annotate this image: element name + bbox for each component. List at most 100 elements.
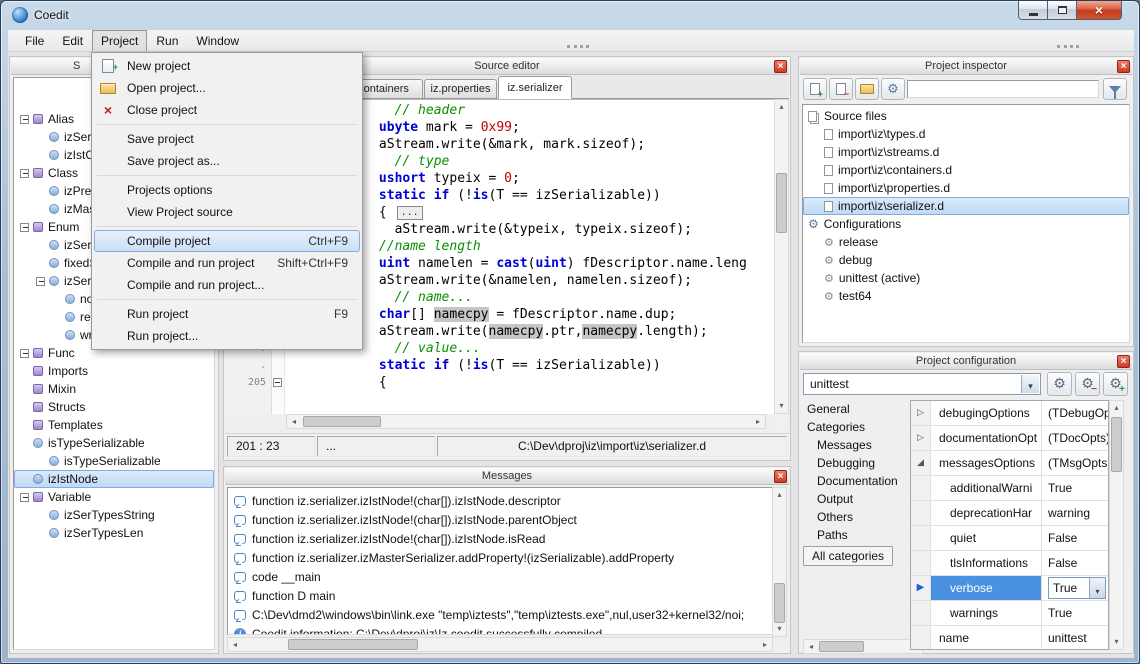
collapse-icon[interactable] bbox=[911, 451, 931, 475]
scroll-left-icon[interactable] bbox=[287, 415, 301, 428]
filter-button[interactable] bbox=[1103, 78, 1127, 100]
symbol-tree-item-istypeserializable[interactable]: isTypeSerializable bbox=[14, 452, 214, 470]
grid-vscrollbar-thumb[interactable] bbox=[1111, 417, 1122, 472]
expand-icon[interactable] bbox=[911, 426, 931, 450]
messages-hscrollbar-thumb[interactable] bbox=[288, 639, 418, 650]
property-row-messagesoptions[interactable]: messagesOptions(TMsgOpts) bbox=[911, 451, 1108, 476]
editor-tab-iz-serializer[interactable]: iz.serializer bbox=[498, 76, 572, 99]
dock-splitter-grip[interactable] bbox=[567, 45, 589, 48]
menu-item-open-project[interactable]: Open project... bbox=[94, 77, 360, 99]
message-row[interactable]: function iz.serializer.izIstNode!(char[]… bbox=[228, 491, 786, 510]
menu-item-compile-project[interactable]: Compile projectCtrl+F9 bbox=[94, 230, 360, 252]
collapse-expander-icon[interactable] bbox=[20, 349, 29, 358]
project-options-button[interactable] bbox=[881, 78, 905, 100]
messages-close-button[interactable] bbox=[774, 470, 787, 483]
symbol-tree-item-istypeserializable[interactable]: isTypeSerializable bbox=[14, 434, 214, 452]
menubar-item-edit[interactable]: Edit bbox=[53, 30, 92, 51]
message-row[interactable]: function iz.serializer.izIstNode!(char[]… bbox=[228, 510, 786, 529]
property-row-verbose[interactable]: verboseTrue bbox=[911, 576, 1108, 601]
open-folder-button[interactable] bbox=[855, 78, 879, 100]
symbol-tree-item-izsertypeslen[interactable]: izSerTypesLen bbox=[14, 524, 214, 542]
editor-tab-iz-properties[interactable]: iz.properties bbox=[424, 79, 497, 99]
minimize-button[interactable] bbox=[1018, 1, 1048, 20]
category-item-output[interactable]: Output bbox=[803, 490, 907, 508]
inspector-item-source-files[interactable]: Source files bbox=[803, 107, 1129, 125]
fold-collapse-icon[interactable] bbox=[273, 378, 282, 387]
remove-configuration-button[interactable] bbox=[1075, 372, 1100, 396]
sync-configuration-button[interactable] bbox=[1047, 372, 1072, 396]
scroll-right-icon[interactable] bbox=[758, 638, 772, 651]
scroll-right-icon[interactable] bbox=[751, 415, 765, 428]
menu-item-run-project[interactable]: Run project... bbox=[94, 325, 360, 347]
inspector-item-test64[interactable]: test64 bbox=[803, 287, 1129, 305]
editor-hscrollbar-thumb[interactable] bbox=[303, 416, 381, 427]
expand-icon[interactable] bbox=[911, 401, 931, 425]
inspector-item-import-iz-properties-d[interactable]: import\iz\properties.d bbox=[803, 179, 1129, 197]
message-row[interactable]: code __main bbox=[228, 567, 786, 586]
symbol-tree-item-variable[interactable]: Variable bbox=[14, 488, 214, 506]
menu-item-save-project-as[interactable]: Save project as... bbox=[94, 150, 360, 172]
property-row-debugingoptions[interactable]: debugingOptions(TDebugOp bbox=[911, 401, 1108, 426]
inspector-filter-input[interactable] bbox=[907, 80, 1099, 98]
scroll-down-icon[interactable] bbox=[1110, 635, 1123, 649]
collapse-expander-icon[interactable] bbox=[20, 169, 29, 178]
menu-item-run-project[interactable]: Run projectF9 bbox=[94, 303, 360, 325]
dock-splitter-grip[interactable] bbox=[1057, 45, 1079, 48]
scroll-up-icon[interactable] bbox=[1110, 401, 1123, 415]
property-row-deprecationhar[interactable]: deprecationHarwarning bbox=[911, 501, 1108, 526]
property-row-warnings[interactable]: warningsTrue bbox=[911, 601, 1108, 626]
add-source-button[interactable] bbox=[803, 78, 827, 100]
collapse-expander-icon[interactable] bbox=[20, 223, 29, 232]
message-row[interactable]: C:\Dev\dmd2\windows\bin\link.exe "temp\i… bbox=[228, 605, 786, 624]
menu-item-projects-options[interactable]: Projects options bbox=[94, 179, 360, 201]
categories-hscrollbar-thumb[interactable] bbox=[819, 641, 864, 652]
collapse-expander-icon[interactable] bbox=[20, 115, 29, 124]
property-row-documentationopt[interactable]: documentationOpt(TDocOpts) bbox=[911, 426, 1108, 451]
category-item-messages[interactable]: Messages bbox=[803, 436, 907, 454]
project-inspector-close-button[interactable] bbox=[1117, 60, 1130, 73]
property-row-quiet[interactable]: quietFalse bbox=[911, 526, 1108, 551]
property-row-tlsinformations[interactable]: tlsInformationsFalse bbox=[911, 551, 1108, 576]
symbol-tree-item-imports[interactable]: Imports bbox=[14, 362, 214, 380]
maximize-button[interactable] bbox=[1048, 1, 1077, 20]
inspector-item-import-iz-containers-d[interactable]: import\iz\containers.d bbox=[803, 161, 1129, 179]
category-item-documentation[interactable]: Documentation bbox=[803, 472, 907, 490]
category-item-paths[interactable]: Paths bbox=[803, 526, 907, 544]
grid-vscrollbar[interactable] bbox=[1109, 400, 1124, 650]
menubar-item-file[interactable]: File bbox=[16, 30, 53, 51]
inspector-item-configurations[interactable]: Configurations bbox=[803, 215, 1129, 233]
property-row-additionalwarni[interactable]: additionalWarniTrue bbox=[911, 476, 1108, 501]
dropdown-arrow-icon[interactable] bbox=[1021, 375, 1039, 393]
scroll-up-icon[interactable] bbox=[773, 488, 786, 502]
menubar-item-window[interactable]: Window bbox=[187, 30, 248, 51]
code-line[interactable]: . static if (!is(T == izSerializable)) bbox=[225, 357, 773, 374]
property-row-name[interactable]: nameunittest bbox=[911, 626, 1108, 650]
menu-item-compile-and-run-project[interactable]: Compile and run projectShift+Ctrl+F9 bbox=[94, 252, 360, 274]
project-configuration-close-button[interactable] bbox=[1117, 355, 1130, 368]
add-configuration-button[interactable] bbox=[1103, 372, 1128, 396]
message-row[interactable]: function iz.serializer.izMasterSerialize… bbox=[228, 548, 786, 567]
scroll-left-icon[interactable] bbox=[228, 638, 242, 651]
editor-vscrollbar[interactable] bbox=[774, 99, 789, 414]
source-editor-close-button[interactable] bbox=[774, 60, 787, 73]
titlebar[interactable]: Coedit bbox=[1, 1, 1139, 30]
menu-item-view-project-source[interactable]: View Project source bbox=[94, 201, 360, 223]
categories-hscrollbar[interactable] bbox=[803, 639, 923, 654]
collapse-expander-icon[interactable] bbox=[20, 493, 29, 502]
category-item-categories[interactable]: Categories bbox=[803, 418, 907, 436]
configuration-selector[interactable]: unittest bbox=[803, 373, 1041, 395]
scroll-up-icon[interactable] bbox=[775, 100, 788, 114]
symbol-tree-item-structs[interactable]: Structs bbox=[14, 398, 214, 416]
dropdown-arrow-icon[interactable] bbox=[1089, 578, 1105, 598]
menu-item-close-project[interactable]: Close project bbox=[94, 99, 360, 121]
symbol-tree-item-izsertypesstring[interactable]: izSerTypesString bbox=[14, 506, 214, 524]
symbol-tree-item-izistnode[interactable]: izIstNode bbox=[14, 470, 214, 488]
menu-item-save-project[interactable]: Save project bbox=[94, 128, 360, 150]
category-item-debugging[interactable]: Debugging bbox=[803, 454, 907, 472]
code-line[interactable]: 205 { bbox=[225, 374, 773, 391]
all-categories-item[interactable]: All categories bbox=[803, 546, 893, 566]
scroll-down-icon[interactable] bbox=[773, 622, 786, 636]
inspector-item-debug[interactable]: debug bbox=[803, 251, 1129, 269]
messages-vscrollbar-thumb[interactable] bbox=[774, 583, 785, 623]
inspector-item-import-iz-serializer-d[interactable]: import\iz\serializer.d bbox=[803, 197, 1129, 215]
